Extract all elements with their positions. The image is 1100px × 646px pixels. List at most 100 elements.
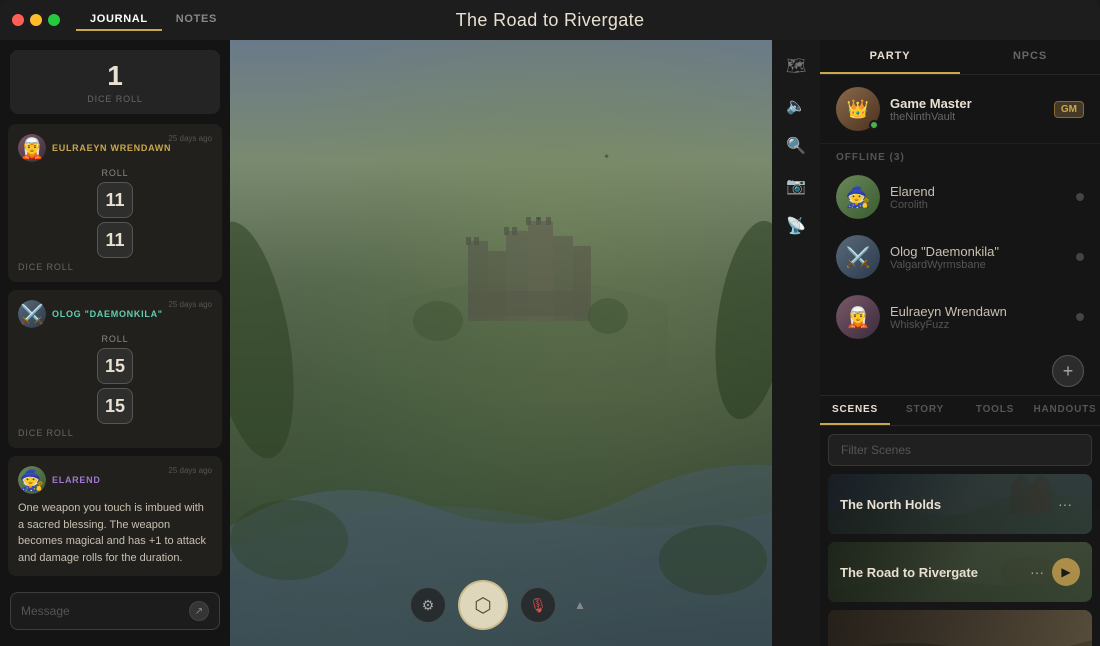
player-name-eulraeyn: Eulraeyn Wrendawn (890, 304, 1066, 319)
scene-toolbar: ⚙ ⬡ 🎙 ▲ (410, 580, 592, 630)
add-section: + (820, 347, 1100, 395)
right-panel: Party NPCs 👑 Game Master theNinthVault G… (820, 40, 1100, 646)
dice-roll-sub-label: Dice Roll (18, 262, 212, 272)
roll-value-main: 15 (97, 348, 133, 384)
scene-tab-scenes[interactable]: Scenes (820, 396, 890, 425)
title-bar: Journal Notes The Road to Rivergate (0, 0, 1100, 40)
scene-item-north-holds[interactable]: The North Holds ··· (828, 474, 1092, 534)
chevron-up-icon: ▲ (574, 598, 586, 612)
traffic-lights (0, 14, 60, 26)
journal-entry-elarend-text: 25 days ago 🧙 Elarend One weapon you tou… (8, 456, 222, 576)
dice-roll-label: Dice Roll (20, 94, 210, 104)
scene-item-third[interactable] (828, 610, 1092, 646)
player-card-eulraeyn[interactable]: 🧝 Eulraeyn Wrendawn WhiskyFuzz (820, 287, 1100, 347)
maximize-button[interactable] (48, 14, 60, 26)
player-card-elarend[interactable]: 🧙 Elarend Corolith (820, 167, 1100, 227)
scene-item-label: The North Holds (840, 497, 1058, 512)
entry-timestamp: 25 days ago (168, 466, 212, 475)
player-char-eulraeyn: WhiskyFuzz (890, 319, 1066, 331)
map-button[interactable]: 🗺 (778, 48, 814, 84)
scene-item-overlay: The Road to Rivergate ··· ▶ (828, 542, 1092, 602)
entry-player-name: Eulraeyn Wrendawn (52, 143, 212, 153)
roll-value-dice: 11 (97, 222, 133, 258)
add-player-button[interactable]: + (1052, 355, 1084, 387)
scene-tab-handouts[interactable]: Handouts (1030, 396, 1100, 425)
scene-options-icon[interactable]: ··· (1030, 564, 1044, 580)
scenes-list: The North Holds ··· The Road to Rivergat… (820, 474, 1100, 646)
tab-party[interactable]: Party (820, 40, 960, 74)
gm-badge: GM (1054, 101, 1084, 118)
volume-button[interactable]: 🔈 (778, 88, 814, 124)
journal-entry-eulraeyn-roll: 25 days ago 🧝 Eulraeyn Wrendawn ROLL 11 … (8, 124, 222, 282)
avatar-inner: 🧙 (836, 175, 880, 219)
avatar-inner: ⚔️ (836, 235, 880, 279)
right-header: Party NPCs (820, 40, 1100, 75)
left-panel: 1 Dice Roll 25 days ago 🧝 Eulraeyn Wrend… (0, 40, 230, 646)
icon-sidebar: 🗺 🔈 🔍 📷 📡 (772, 40, 820, 646)
entry-timestamp: 25 days ago (168, 300, 212, 309)
scene-tab-story[interactable]: Story (890, 396, 960, 425)
chevron-up-button[interactable]: ▲ (568, 593, 592, 617)
player-info-olog: Olog "Daemonkila" ValgardWyrmsbane (890, 244, 1066, 271)
scene-filter-input[interactable] (828, 434, 1092, 466)
settings-icon: ⚙ (422, 597, 435, 614)
offline-dot-elarend (1076, 193, 1084, 201)
scene-tab-tools[interactable]: Tools (960, 396, 1030, 425)
avatar-img: ⚔️ (18, 300, 46, 328)
close-button[interactable] (12, 14, 24, 26)
mic-icon: 🎙 (529, 597, 547, 614)
tab-journal[interactable]: Journal (76, 9, 162, 31)
player-avatar-elarend: 🧙 (836, 175, 880, 219)
entry-player-name: Elarend (52, 475, 212, 485)
message-bar: ↗ (10, 592, 220, 630)
gm-name: Game Master (890, 96, 1044, 111)
entry-meta: Eulraeyn Wrendawn (52, 143, 212, 153)
settings-button[interactable]: ⚙ (410, 587, 446, 623)
message-input-wrap: ↗ (10, 592, 220, 630)
map-icon: 🗺 (786, 56, 806, 76)
player-card-olog[interactable]: ⚔️ Olog "Daemonkila" ValgardWyrmsbane (820, 227, 1100, 287)
tab-notes[interactable]: Notes (162, 9, 231, 31)
scene-item-overlay: The North Holds ··· (828, 474, 1092, 534)
play-icon: ▶ (1061, 565, 1070, 579)
message-send-button[interactable]: ↗ (189, 601, 209, 621)
send-icon: ↗ (195, 606, 203, 617)
dice-roll-sub-label: Dice Roll (18, 428, 212, 438)
plus-icon: + (1063, 361, 1074, 382)
screenshot-button[interactable]: 📷 (778, 168, 814, 204)
player-info-elarend: Elarend Corolith (890, 184, 1066, 211)
center-scene: ✦ ✦ ⚙ ⬡ 🎙 ▲ (230, 40, 772, 646)
player-avatar-eulraeyn: 🧝 (836, 295, 880, 339)
scene-play-button[interactable]: ▶ (1052, 558, 1080, 586)
dice-roll-value: 1 (20, 60, 210, 92)
player-avatar-elarend: 🧙 (18, 466, 46, 494)
tab-npcs[interactable]: NPCs (960, 40, 1100, 74)
gm-card: 👑 Game Master theNinthVault GM (820, 75, 1100, 144)
scene-item-overlay-third (828, 610, 1092, 646)
player-char-elarend: Corolith (890, 199, 1066, 211)
roll-value-main: 11 (97, 182, 133, 218)
avatar-img: 🧝 (18, 134, 46, 162)
scene-item-label: The Road to Rivergate (840, 565, 1030, 580)
player-char-olog: ValgardWyrmsbane (890, 259, 1066, 271)
mic-button[interactable]: 🎙 (520, 587, 556, 623)
journal-entry-olog-roll: 25 days ago ⚔️ Olog "Daemonkila" ROLL 15… (8, 290, 222, 448)
main-layout: 1 Dice Roll 25 days ago 🧝 Eulraeyn Wrend… (0, 40, 1100, 646)
avatar-img: 🧙 (18, 466, 46, 494)
cast-button[interactable]: 📡 (778, 208, 814, 244)
online-status-dot (869, 120, 879, 130)
minimize-button[interactable] (30, 14, 42, 26)
dice-button[interactable]: ⬡ (458, 580, 508, 630)
scene-item-road-rivergate[interactable]: The Road to Rivergate ··· ▶ (828, 542, 1092, 602)
message-input[interactable] (21, 604, 189, 618)
title-bar-tabs: Journal Notes (76, 9, 231, 31)
journal-scroll[interactable]: 25 days ago 🧝 Eulraeyn Wrendawn ROLL 11 … (0, 124, 230, 646)
search-button[interactable]: 🔍 (778, 128, 814, 164)
gm-info: Game Master theNinthVault (890, 96, 1044, 123)
player-name-olog: Olog "Daemonkila" (890, 244, 1066, 259)
player-avatar-eulraeyn: 🧝 (18, 134, 46, 162)
volume-icon: 🔈 (786, 96, 806, 116)
scene-options-icon[interactable]: ··· (1058, 496, 1072, 512)
player-info-eulraeyn: Eulraeyn Wrendawn WhiskyFuzz (890, 304, 1066, 331)
entry-meta: Olog "Daemonkila" (52, 309, 212, 319)
